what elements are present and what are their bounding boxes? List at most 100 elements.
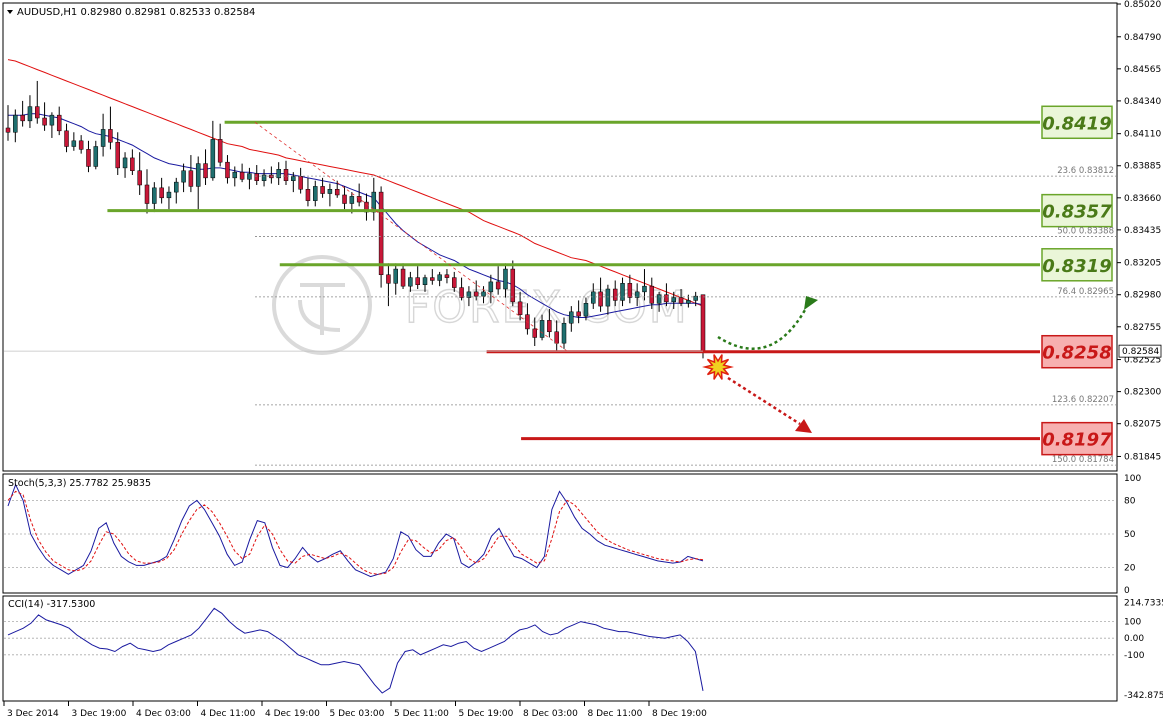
candle-body <box>576 311 581 317</box>
candle-body <box>612 288 618 301</box>
y-tick-label: 0.84110 <box>1124 130 1161 140</box>
candle-body <box>378 191 384 276</box>
candle-body <box>342 194 347 204</box>
fib-level-label: 23.6 0.83812 <box>1057 166 1114 176</box>
x-tick-label: 4 Dec 19:00 <box>265 709 320 719</box>
candle-body <box>283 169 289 181</box>
stoch-y-label: 0 <box>1124 586 1130 596</box>
candle-body <box>664 294 669 303</box>
candle-body <box>130 157 135 171</box>
candle-body <box>217 139 223 163</box>
fib-level-label: 150.0 0.81784 <box>1052 455 1114 465</box>
candle-body <box>71 140 77 147</box>
candle-body <box>13 114 18 133</box>
candle-body <box>437 274 442 281</box>
candle-body <box>430 277 435 281</box>
chart-svg: FOREX.COM 0.84190.83570.83190.82580.8197… <box>0 0 1163 723</box>
candle-body <box>532 328 537 338</box>
x-tick-label: 8 Dec 19:00 <box>652 709 707 719</box>
candle-body <box>174 181 179 193</box>
level-label: 0.8258 <box>1042 343 1111 364</box>
candle-body <box>115 141 120 169</box>
candle-body <box>371 191 377 213</box>
candle-body <box>517 301 523 315</box>
candle-body <box>649 285 655 304</box>
candle-body <box>627 283 633 298</box>
chart-header: AUDUSD,H1 0.82980 0.82981 0.82533 0.8258… <box>17 7 255 18</box>
x-tick-label: 5 Dec 03:00 <box>330 709 385 719</box>
y-tick-label: 0.83660 <box>1124 194 1161 204</box>
y-tick-label: 0.82980 <box>1124 291 1161 301</box>
candle-body <box>400 268 406 287</box>
candle-body <box>503 268 508 290</box>
candle-body <box>539 320 545 338</box>
stoch-y-label: 80 <box>1124 496 1136 506</box>
stoch-y-label: 50 <box>1124 530 1136 540</box>
candle-body <box>42 117 47 126</box>
stoch-y-label: 20 <box>1124 564 1136 574</box>
candle-body <box>408 277 413 287</box>
candle-body <box>393 268 398 284</box>
y-tick-label: 0.84340 <box>1124 97 1161 107</box>
cci-y-label: -342.8759 <box>1124 691 1163 701</box>
y-tick-label: 0.85020 <box>1124 0 1161 10</box>
candle-body <box>254 173 259 181</box>
stoch-y-label: 100 <box>1124 474 1141 484</box>
candle-body <box>686 300 691 304</box>
candle-body <box>415 277 420 285</box>
candle-body <box>137 170 142 186</box>
candle-body <box>239 171 245 180</box>
level-label: 0.8197 <box>1042 430 1112 451</box>
candle-body <box>210 139 216 179</box>
candle-body <box>100 129 106 147</box>
candle-body <box>78 140 84 150</box>
candle-body <box>35 106 40 119</box>
candle-body <box>561 322 567 344</box>
candle-body <box>159 187 164 199</box>
candle-body <box>700 294 706 352</box>
level-label: 0.8419 <box>1042 113 1111 134</box>
candle-body <box>444 274 450 278</box>
candle-body <box>422 277 428 285</box>
candle-body <box>27 106 33 122</box>
y-tick-label: 0.83435 <box>1124 226 1161 236</box>
candle-body <box>459 287 464 298</box>
chart-window: FOREX.COM 0.8419 0.8357 0.8319 0.8258 0.8197… <box>0 0 1163 723</box>
level-label: 0.8357 <box>1042 202 1112 223</box>
candle-body <box>276 169 281 179</box>
candle-body <box>195 163 201 187</box>
candle-body <box>56 114 62 132</box>
y-tick-label: 0.81845 <box>1124 452 1161 462</box>
x-tick-label: 8 Dec 11:00 <box>588 709 643 719</box>
candle-body <box>320 186 325 194</box>
candle-body <box>452 277 457 288</box>
candle-body <box>671 297 676 303</box>
candle-body <box>203 163 208 179</box>
x-tick-label: 5 Dec 19:00 <box>459 709 514 719</box>
cci-y-label: 214.7335 <box>1124 599 1163 609</box>
x-tick-label: 4 Dec 11:00 <box>201 709 256 719</box>
x-tick-label: 5 Dec 11:00 <box>394 709 449 719</box>
candle-body <box>495 281 501 290</box>
cci-y-label: 100 <box>1124 618 1141 628</box>
y-tick-label: 0.82075 <box>1124 420 1161 430</box>
candle-body <box>232 171 238 179</box>
candle-body <box>20 114 25 122</box>
candle-body <box>583 303 589 317</box>
fib-level-label: 123.6 0.82207 <box>1052 395 1114 405</box>
candle-body <box>656 294 662 304</box>
candle-body <box>305 189 311 201</box>
candle-body <box>554 331 559 344</box>
candle-body <box>473 291 479 297</box>
candle-body <box>86 149 91 167</box>
candle-body <box>327 189 333 194</box>
candle-body <box>152 187 157 204</box>
fib-level-label: 76.4 0.82965 <box>1057 287 1114 297</box>
candle-body <box>334 189 340 196</box>
candle-body <box>605 288 611 307</box>
stoch-title: Stoch(5,3,3) 25.7782 25.9835 <box>8 478 151 489</box>
current-price-label: 0.82584 <box>1122 347 1159 357</box>
x-tick-label: 8 Dec 03:00 <box>523 709 578 719</box>
candle-body <box>481 291 486 297</box>
y-tick-label: 0.84790 <box>1124 33 1161 43</box>
